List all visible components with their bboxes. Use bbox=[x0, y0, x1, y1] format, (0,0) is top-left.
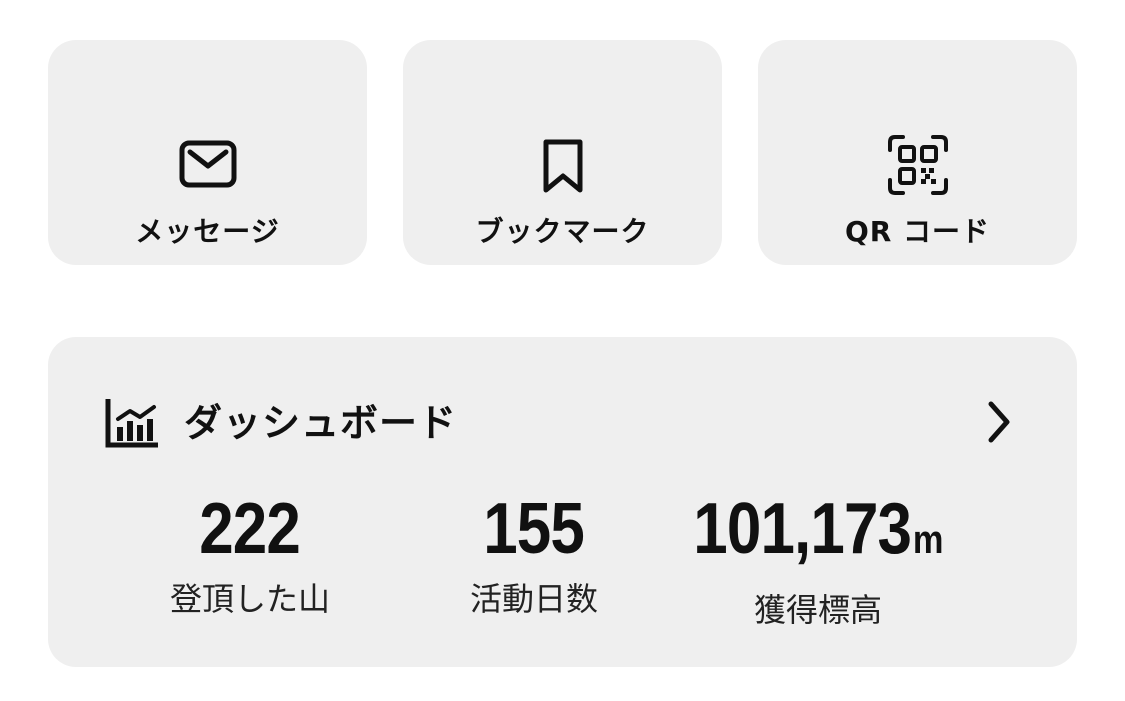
stat-summits: 222 登頂した山 bbox=[90, 487, 410, 619]
qr-code-icon bbox=[887, 135, 948, 195]
stat-number: 101,173 bbox=[693, 489, 912, 569]
stat-elevation-gain: 101,173m 獲得標高 bbox=[658, 487, 978, 630]
stat-label: 登頂した山 bbox=[169, 580, 330, 618]
bookmarks-label: ブックマーク bbox=[475, 215, 650, 248]
stat-value: 101,173m bbox=[693, 487, 944, 582]
stat-unit: m bbox=[912, 518, 944, 562]
qr-code-button[interactable]: QR コード bbox=[758, 40, 1077, 265]
chevron-right-icon[interactable] bbox=[985, 400, 1013, 444]
stat-activity-days: 155 活動日数 bbox=[374, 487, 694, 619]
stat-value: 155 bbox=[483, 489, 586, 569]
qr-code-label: QR コード bbox=[844, 215, 991, 248]
dashboard-card[interactable]: ダッシュボード 222 登頂した山 155 活動日数 101,173m 獲得標高 bbox=[48, 337, 1077, 667]
bar-chart-icon bbox=[105, 399, 158, 448]
stat-value-row: 222 bbox=[90, 487, 410, 571]
messages-label: メッセージ bbox=[135, 215, 280, 248]
stat-label: 活動日数 bbox=[469, 580, 598, 618]
messages-button[interactable]: メッセージ bbox=[48, 40, 367, 265]
envelope-icon bbox=[179, 140, 236, 188]
stat-value-row: 155 bbox=[374, 487, 694, 571]
stat-value-row: 101,173m bbox=[658, 487, 978, 582]
stat-value: 222 bbox=[199, 489, 302, 569]
bookmarks-button[interactable]: ブックマーク bbox=[403, 40, 722, 265]
bookmark-icon bbox=[543, 139, 582, 193]
dashboard-title: ダッシュボード bbox=[184, 401, 458, 445]
stat-label: 獲得標高 bbox=[753, 591, 882, 629]
